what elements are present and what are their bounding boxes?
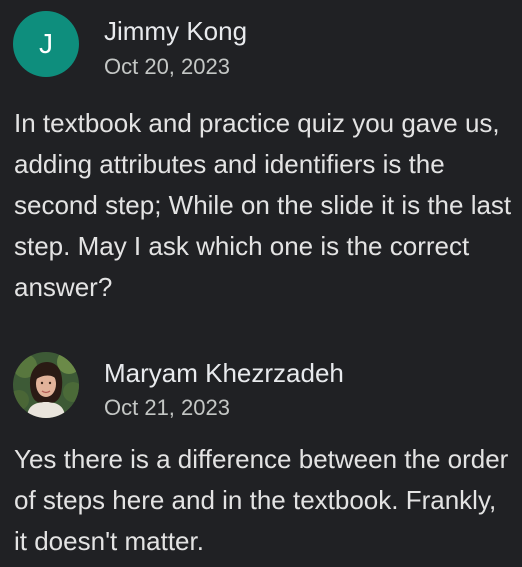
comment-date: Oct 21, 2023 (104, 395, 230, 420)
comment-text: In textbook and practice quiz you gave u… (14, 108, 512, 302)
avatar-initial: J (13, 11, 79, 77)
comment-author[interactable]: Maryam Khezrzadeh (104, 358, 344, 389)
profile-photo-icon (13, 352, 79, 418)
comment-author[interactable]: Jimmy Kong (104, 16, 247, 47)
comment-date: Oct 20, 2023 (104, 54, 230, 79)
comment-text: Yes there is a difference between the or… (14, 444, 509, 556)
avatar[interactable]: J (13, 11, 79, 77)
avatar[interactable] (13, 352, 79, 418)
